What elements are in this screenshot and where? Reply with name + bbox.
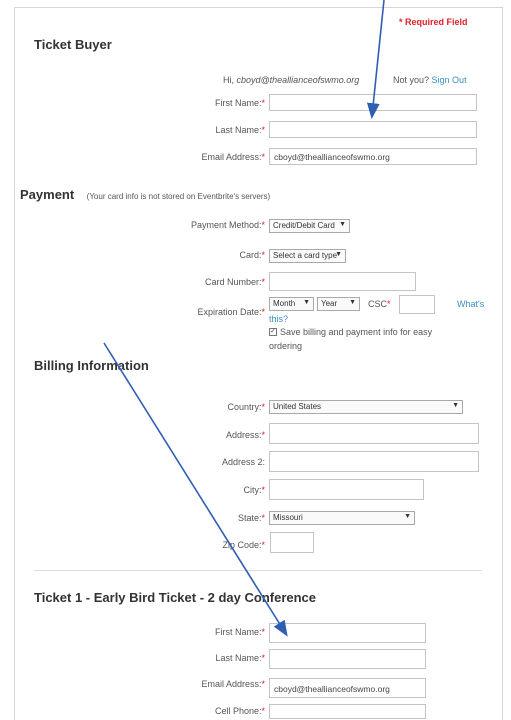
payment-heading: Payment <box>20 187 75 202</box>
save-billing-checkbox[interactable]: ✓ <box>269 328 277 336</box>
chevron-down-icon: ▼ <box>335 251 342 258</box>
expiration-date-label: Expiration Date:* <box>197 307 265 317</box>
payment-method-select[interactable]: Credit/Debit Card ▼ <box>269 219 350 233</box>
buyer-email-label: Email Address:* <box>201 152 265 162</box>
country-label: Country:* <box>227 402 265 412</box>
expiration-month-select[interactable]: Month ▼ <box>269 297 314 311</box>
chevron-down-icon: ▼ <box>303 299 310 306</box>
save-billing-label: Save billing and payment info for easy <box>280 327 433 337</box>
buyer-email-input[interactable]: cboyd@theallianceofswmo.org <box>269 148 477 165</box>
payment-method-label: Payment Method:* <box>190 220 265 230</box>
chevron-down-icon: ▼ <box>349 299 356 306</box>
buyer-first-name-label: First Name:* <box>214 98 265 108</box>
not-you-text: Not you? Sign Out <box>393 75 467 85</box>
chevron-down-icon: ▼ <box>404 513 411 520</box>
required-field-notice: * Required Field <box>399 17 468 27</box>
ticket-1-heading: Ticket 1 - Early Bird Ticket - 2 day Con… <box>34 590 317 605</box>
csc-input[interactable] <box>399 295 435 314</box>
not-you-label: Not you? <box>393 75 430 85</box>
card-number-input[interactable] <box>269 272 416 291</box>
ticket-buyer-heading: Ticket Buyer <box>34 37 112 52</box>
sign-out-link[interactable]: Sign Out <box>432 75 467 85</box>
address2-input[interactable] <box>269 451 479 472</box>
expiration-year-select[interactable]: Year ▼ <box>317 297 360 311</box>
save-billing-label-cont: ordering <box>269 341 303 351</box>
chevron-down-icon: ▼ <box>339 221 346 228</box>
csc-label: CSC* <box>368 299 391 309</box>
country-select[interactable]: United States ▼ <box>269 400 463 414</box>
state-label: State:* <box>237 513 265 523</box>
payment-header: Payment (Your card info is not stored on… <box>20 186 270 204</box>
ticket-email-input[interactable]: cboyd@theallianceofswmo.org <box>269 678 426 698</box>
billing-information-heading: Billing Information <box>34 358 149 373</box>
address2-label: Address 2: <box>221 457 265 467</box>
ticket-first-name-input[interactable] <box>269 623 426 643</box>
buyer-greeting: Hi, cboyd@theallianceofswmo.org <box>223 75 359 85</box>
ticket-email-label: Email Address:* <box>201 679 265 689</box>
ticket-last-name-input[interactable] <box>269 649 426 669</box>
ticket-cell-phone-input[interactable] <box>269 704 426 719</box>
whats-this-link-cont[interactable]: this? <box>269 314 288 324</box>
payment-note: (Your card info is not stored on Eventbr… <box>86 192 271 201</box>
city-input[interactable] <box>269 479 424 500</box>
card-number-label: Card Number:* <box>204 277 265 287</box>
whats-this-link[interactable]: What's <box>457 299 484 309</box>
city-label: City:* <box>243 485 265 495</box>
state-select[interactable]: Missouri ▼ <box>269 511 415 525</box>
buyer-last-name-input[interactable] <box>269 121 477 138</box>
address-input[interactable] <box>269 423 479 444</box>
ticket-cell-phone-label: Cell Phone:* <box>214 706 265 716</box>
chevron-down-icon: ▼ <box>452 402 459 409</box>
buyer-last-name-label: Last Name:* <box>215 125 265 135</box>
card-label: Card:* <box>239 250 265 260</box>
greeting-prefix: Hi, <box>223 75 234 85</box>
ticket-first-name-label: First Name:* <box>214 627 265 637</box>
greeting-email: cboyd@theallianceofswmo.org <box>236 75 360 85</box>
buyer-first-name-input[interactable] <box>269 94 477 111</box>
zip-code-label: Zip Code:* <box>222 540 265 550</box>
section-divider <box>34 570 482 571</box>
address-label: Address:* <box>225 430 265 440</box>
card-type-select[interactable]: Select a card type ▼ <box>269 249 346 263</box>
ticket-last-name-label: Last Name:* <box>215 653 265 663</box>
zip-code-input[interactable] <box>270 532 314 553</box>
